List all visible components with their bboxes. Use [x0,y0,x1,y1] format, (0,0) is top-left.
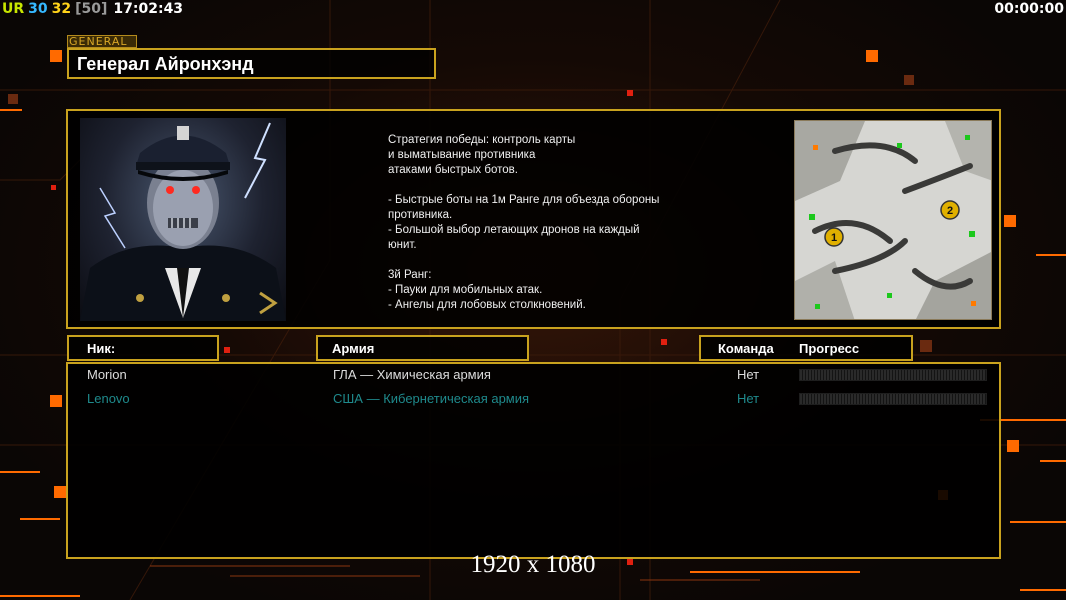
header-progress: Прогресс [799,341,860,356]
general-tag: GENERAL [67,35,137,48]
player-progress-bar [799,369,987,381]
header-team-progress: Команда Прогресс [699,335,913,361]
player-list: Morion ГЛА — Химическая армия Нет Lenovo… [66,362,1001,559]
player-army: ГЛА — Химическая армия [333,367,491,382]
general-portrait [80,118,286,321]
map-marker-1: 1 [831,232,837,244]
player-progress-bar [799,393,987,405]
hud-value-1: 30 [28,1,48,17]
resolution-label: 1920 x 1080 [470,551,596,578]
hud-value-bracket: [50] [75,1,108,17]
player-army: США — Кибернетическая армия [333,391,530,406]
player-nick: Morion [87,367,127,382]
map-marker-2: 2 [947,205,953,217]
player-team: Нет [737,367,760,382]
player-nick: Lenovo [87,391,130,406]
general-name-title: Генерал Айронхэнд [67,48,436,79]
hud-timer: 00:00:00 [994,1,1064,17]
hud-stats: UR 30 32 [50] 17:02:43 [2,1,187,19]
map-preview: 1 2 [794,120,992,320]
header-nick: Ник: [67,335,219,361]
player-row: Lenovo США — Кибернетическая армия Нет [68,389,999,409]
player-team: Нет [737,391,760,406]
header-army: Армия [316,335,529,361]
general-info-panel: Стратегия победы: контроль карты и вымат… [66,109,1001,329]
hud-rank: UR [2,1,25,17]
general-strategy-text: Стратегия победы: контроль карты и вымат… [388,134,660,311]
player-row: Morion ГЛА — Химическая армия Нет [68,365,999,385]
hud-value-2: 32 [51,1,72,17]
hud-clock: 17:02:43 [113,1,184,17]
header-team: Команда [718,341,774,356]
